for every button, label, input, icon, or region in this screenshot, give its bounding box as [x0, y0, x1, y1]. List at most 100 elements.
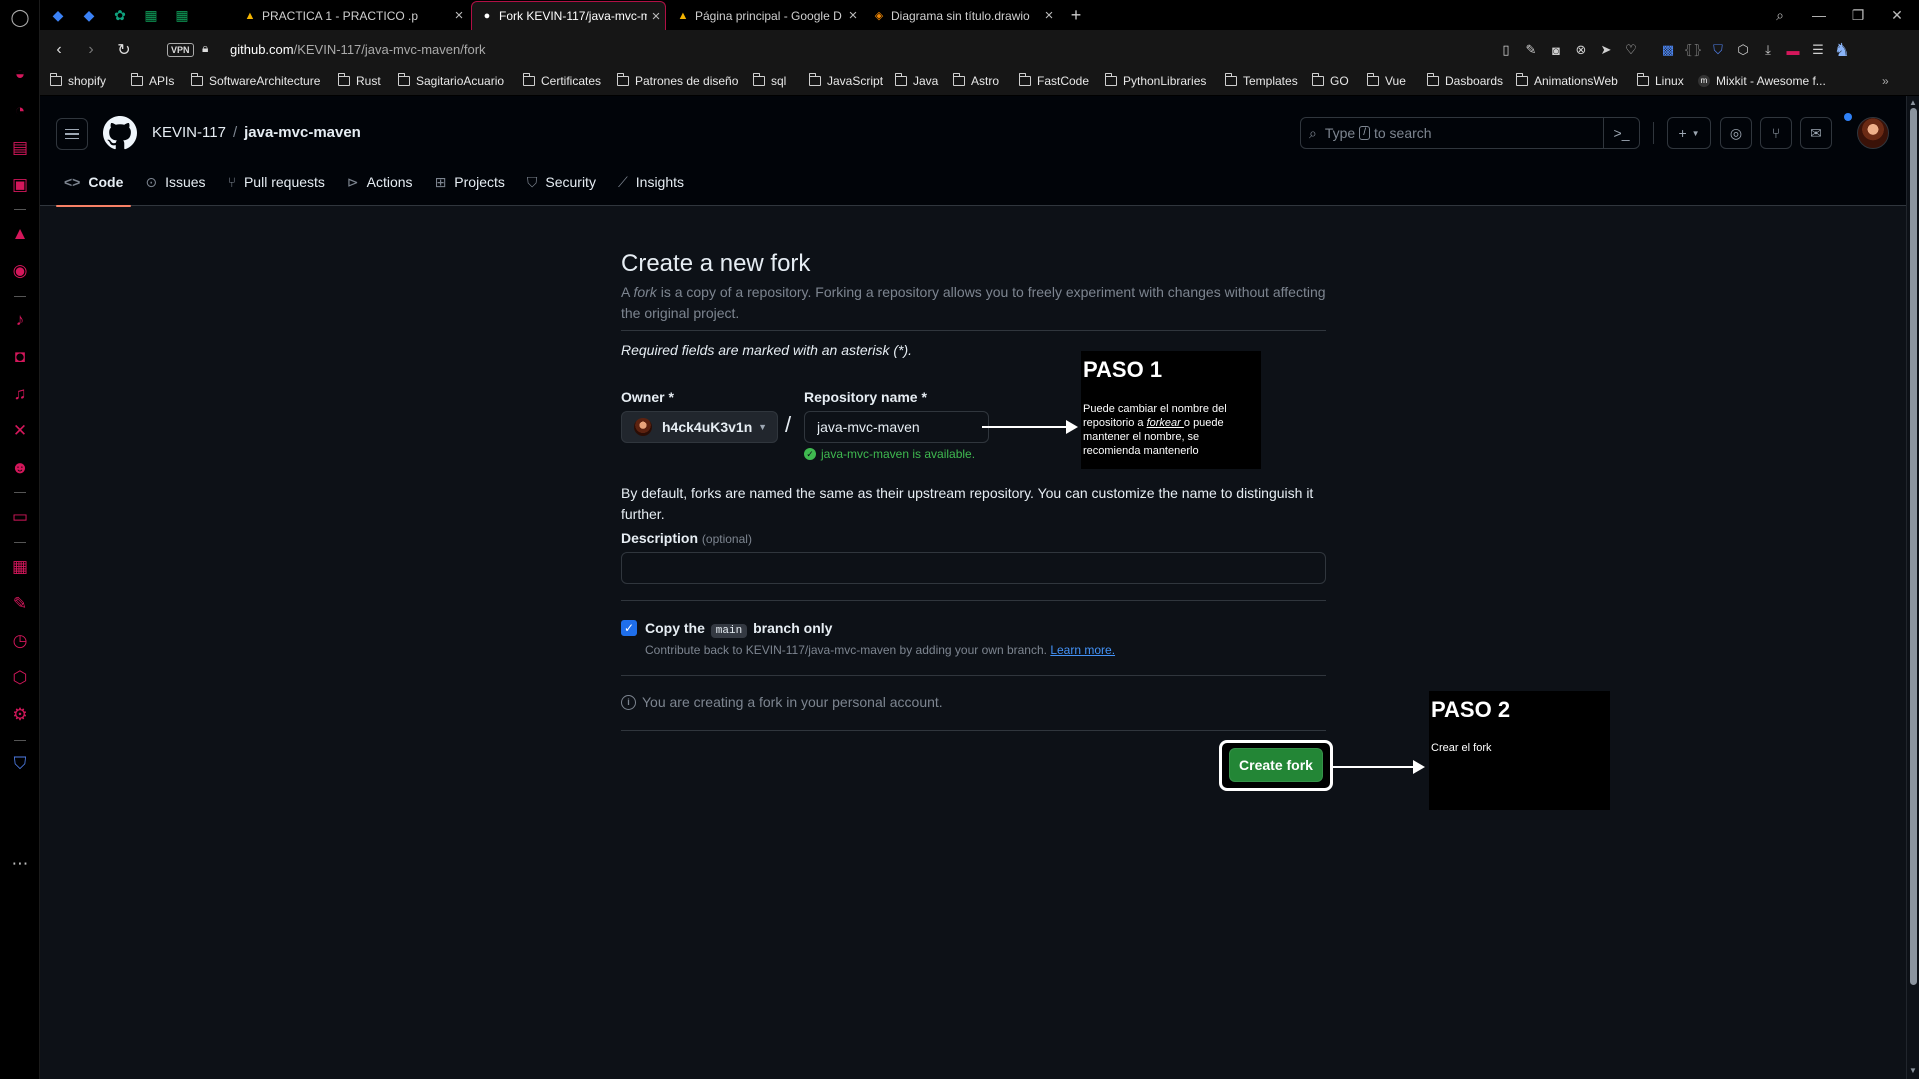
- copy-branch-label[interactable]: Copy the main branch only: [645, 620, 832, 638]
- tab-actions[interactable]: ⊳ Actions: [339, 158, 421, 206]
- new-tab-button[interactable]: +: [1066, 5, 1086, 25]
- command-palette-icon[interactable]: >_: [1603, 118, 1639, 148]
- minimize-icon[interactable]: —: [1808, 4, 1830, 26]
- bookmark-folder[interactable]: AnimationsWeb: [1516, 73, 1618, 88]
- scrollbar-thumb[interactable]: [1910, 108, 1917, 985]
- edit-icon[interactable]: ✎: [9, 592, 31, 614]
- music-icon[interactable]: ♪: [9, 308, 31, 330]
- extensions-icon[interactable]: ⬡: [1733, 40, 1753, 60]
- block-icon[interactable]: ⊗: [1571, 40, 1591, 60]
- breadcrumb-repo[interactable]: java-mvc-maven: [244, 124, 361, 141]
- download-icon[interactable]: ⤓: [1758, 40, 1778, 60]
- repository-name-input[interactable]: [804, 411, 989, 443]
- sheets-tab-icon[interactable]: ▦: [172, 5, 192, 25]
- tiktok-icon[interactable]: ♫: [9, 382, 31, 404]
- profile-icon[interactable]: ♞: [1832, 40, 1852, 60]
- aria-icon[interactable]: ▲: [9, 222, 31, 244]
- page-scrollbar[interactable]: ▲ ▼: [1906, 96, 1919, 1079]
- bookmark-folder[interactable]: Java: [895, 73, 938, 88]
- description-input[interactable]: [621, 552, 1326, 584]
- tab-pull-requests[interactable]: ⑂ Pull requests: [220, 158, 333, 206]
- bookmark-folder[interactable]: JavaScript: [809, 73, 883, 88]
- instagram-icon[interactable]: ◘: [9, 345, 31, 367]
- tabs-icon[interactable]: ▭: [9, 505, 31, 527]
- create-new-button[interactable]: + ▼: [1667, 117, 1711, 149]
- tab-google-drive[interactable]: ▲ Página principal - Google D ×: [668, 1, 862, 30]
- bookmark-folder[interactable]: Patrones de diseño: [617, 73, 738, 88]
- discord-icon[interactable]: ☻: [9, 456, 31, 478]
- bookmark-folder[interactable]: sql: [753, 73, 786, 88]
- issues-button[interactable]: ◎: [1720, 117, 1752, 149]
- gamepad-icon[interactable]: ◒: [9, 62, 31, 84]
- vpn-badge[interactable]: VPN: [167, 43, 194, 57]
- bookmark-folder[interactable]: Astro: [953, 73, 999, 88]
- reload-icon[interactable]: ↻: [113, 39, 135, 61]
- avatar[interactable]: [1857, 117, 1889, 149]
- box-icon[interactable]: ⬡: [9, 666, 31, 688]
- battery-icon[interactable]: ▬: [1783, 40, 1803, 60]
- pinned-tab-icon[interactable]: ◆: [48, 5, 68, 25]
- tab-issues[interactable]: ⊙ Issues: [137, 158, 213, 206]
- tab-code[interactable]: <> Code: [56, 158, 132, 207]
- code-ext-icon[interactable]: ⦃⦄: [1683, 40, 1703, 60]
- bookmark-folder[interactable]: Vue: [1367, 73, 1406, 88]
- menu-button[interactable]: [56, 118, 88, 150]
- easy-setup-icon[interactable]: ☰: [1808, 40, 1828, 60]
- tab-drawio[interactable]: ◈ Diagrama sin título.drawio ×: [864, 1, 1058, 30]
- heart-icon[interactable]: ♡: [1621, 40, 1641, 60]
- bookmark-folder[interactable]: Rust: [338, 73, 381, 88]
- github-logo-icon[interactable]: [103, 116, 137, 150]
- chatgpt-tab-icon[interactable]: ✿: [110, 5, 130, 25]
- bookmark-folder[interactable]: SoftwareArchitecture: [191, 73, 320, 88]
- history-icon[interactable]: ◷: [9, 629, 31, 651]
- translate-icon[interactable]: ▩: [1658, 40, 1678, 60]
- create-fork-button[interactable]: Create fork: [1229, 748, 1323, 782]
- forward-icon[interactable]: ›: [80, 39, 102, 61]
- tab-projects[interactable]: ⊞ Projects: [427, 158, 513, 206]
- learn-more-link[interactable]: Learn more.: [1050, 643, 1115, 657]
- bookmark-folder[interactable]: SagitarioAcuario: [398, 73, 504, 88]
- copy-main-branch-checkbox[interactable]: ✓: [621, 620, 637, 636]
- pull-requests-button[interactable]: ⑂: [1760, 117, 1792, 149]
- tab-fork[interactable]: ● Fork KEVIN-117/java-mvc-m ×: [471, 1, 666, 30]
- url-field[interactable]: github.com/KEVIN-117/java-mvc-maven/fork: [230, 42, 486, 57]
- close-tab-icon[interactable]: ×: [450, 7, 468, 24]
- restore-icon[interactable]: ❐: [1847, 4, 1869, 26]
- scroll-down-icon[interactable]: ▼: [1909, 1066, 1917, 1075]
- x-icon[interactable]: ✕: [9, 419, 31, 441]
- bookmark-link[interactable]: m Mixkit - Awesome f...: [1698, 74, 1826, 88]
- bag-icon[interactable]: ▤: [9, 136, 31, 158]
- scroll-up-icon[interactable]: ▲: [1909, 98, 1917, 107]
- sheets-tab-icon[interactable]: ▦: [141, 5, 161, 25]
- tab-insights[interactable]: ⟋ Insights: [610, 158, 692, 206]
- reader-icon[interactable]: ▯: [1496, 40, 1516, 60]
- opera-logo-icon[interactable]: ◯: [9, 6, 31, 28]
- close-window-icon[interactable]: ✕: [1886, 4, 1908, 26]
- bookmark-folder[interactable]: GO: [1312, 73, 1349, 88]
- more-icon[interactable]: ⋯: [9, 852, 31, 874]
- bookmark-folder[interactable]: PythonLibraries: [1105, 73, 1206, 88]
- bookmark-folder[interactable]: FastCode: [1019, 73, 1089, 88]
- settings-icon[interactable]: ⚙: [9, 703, 31, 725]
- speed-dial-icon[interactable]: ◔: [9, 99, 31, 121]
- bitwarden-icon[interactable]: ⛉: [1708, 40, 1728, 60]
- send-icon[interactable]: ➤: [1596, 40, 1616, 60]
- pinned-tab-icon[interactable]: ◆: [79, 5, 99, 25]
- tab-security[interactable]: ⛉ Security: [519, 158, 604, 206]
- camera-icon[interactable]: ◙: [1546, 40, 1566, 60]
- close-tab-icon[interactable]: ×: [1040, 7, 1058, 24]
- search-input[interactable]: ⌕ Type / to search >_: [1300, 117, 1640, 149]
- bitwarden-icon[interactable]: ⛉: [9, 752, 31, 774]
- more-bookmarks-icon[interactable]: »: [1882, 74, 1889, 88]
- bookmark-folder[interactable]: APIs: [131, 73, 174, 88]
- wallet-icon[interactable]: ▣: [9, 173, 31, 195]
- bookmark-folder[interactable]: Certificates: [523, 73, 601, 88]
- messenger-icon[interactable]: ◉: [9, 259, 31, 281]
- breadcrumb-owner[interactable]: KEVIN-117: [152, 124, 226, 141]
- edit-icon[interactable]: ✎: [1521, 40, 1541, 60]
- close-tab-icon[interactable]: ×: [844, 7, 862, 24]
- back-icon[interactable]: ‹: [48, 39, 70, 61]
- lock-icon[interactable]: 🔒︎: [202, 41, 208, 56]
- owner-dropdown[interactable]: h4ck4uK3v1n ▼: [621, 411, 778, 443]
- tab-practica[interactable]: ▲ PRACTICA 1 - PRACTICO .p ×: [235, 1, 468, 30]
